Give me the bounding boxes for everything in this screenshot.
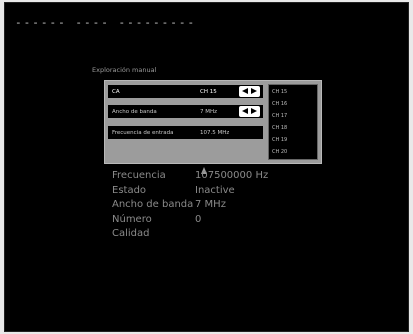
row-label: Ancho de banda [112,108,157,115]
manual-scan-panel: CA CH 15 Ancho de banda 7 MHz Frecuencia… [104,80,322,164]
info-labels: Frecuencia Estado Ancho de banda Número … [112,169,197,242]
row-input-frequency[interactable]: Frecuencia de entrada 107.5 MHz [108,126,263,139]
left-right-arrow-icon[interactable] [238,106,260,117]
tv-screen: ------ ---- --------- Exploración manual… [4,2,409,332]
channel-item[interactable]: CH 18 [272,125,287,131]
row-label: CA [112,88,120,95]
header-title: ------ ---- --------- [15,16,197,29]
info-label-bandwidth: Ancho de banda [112,199,194,210]
info-label-status: Estado [112,184,147,196]
row-value: 7 MHz [200,108,218,115]
info-value-frequency: 107500000 Hz [195,170,269,181]
bandwidth-arrows[interactable] [238,105,260,118]
left-right-arrow-icon[interactable] [238,86,260,97]
info-label-frequency: Frecuencia [112,170,166,181]
info-label-number: Número [112,213,152,225]
info-values: 107500000 Hz Inactive 7 MHz 0 [195,169,268,242]
channel-item[interactable]: CH 15 [272,89,287,95]
row-label: Frecuencia de entrada [112,129,174,136]
menu-title: Exploración manual [92,66,157,74]
row-value: 107.5 MHz [200,129,230,136]
info-value-quality [195,227,268,242]
info-value-number: 0 [195,213,202,225]
info-value-status: Inactive [195,184,235,196]
info-value-bandwidth: 7 MHz [195,199,226,210]
channel-item[interactable]: CH 19 [272,137,287,143]
channel-item[interactable]: CH 20 [272,149,287,155]
channel-list[interactable]: CH 15 CH 16 CH 17 CH 18 CH 19 CH 20 [268,84,318,160]
ca-arrows[interactable] [238,85,260,98]
info-label-quality: Calidad [112,228,150,239]
channel-item[interactable]: CH 17 [272,113,287,119]
row-value: CH 15 [200,88,217,95]
channel-item[interactable]: CH 16 [272,101,287,107]
